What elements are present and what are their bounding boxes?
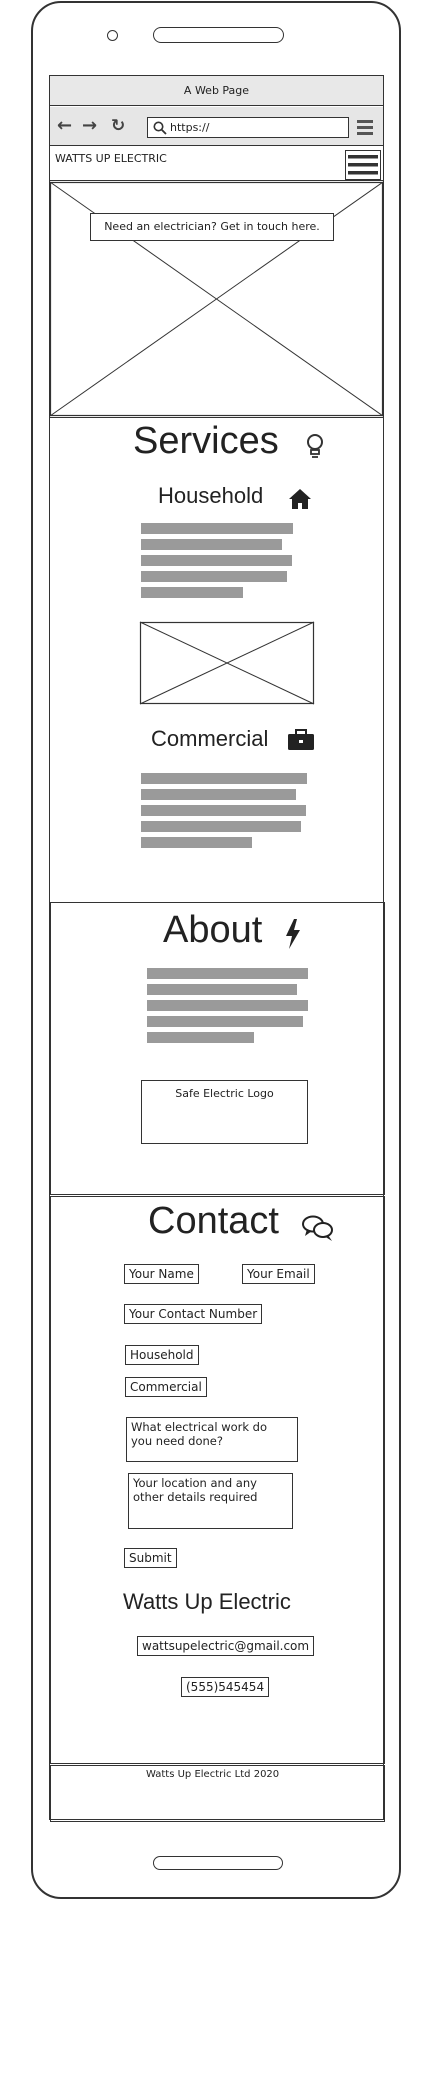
- browser-menu-icon[interactable]: [357, 119, 373, 135]
- speaker-grille: [153, 27, 284, 43]
- household-image-placeholder: [139, 621, 315, 705]
- briefcase-icon: [288, 729, 314, 750]
- text-placeholder-bar: [147, 1000, 308, 1011]
- reload-icon[interactable]: ↻: [111, 116, 125, 136]
- commercial-option[interactable]: Commercial: [125, 1377, 207, 1397]
- lightbulb-icon: [307, 434, 323, 458]
- browser-title: A Web Page: [50, 76, 383, 106]
- safe-electric-logo-placeholder: Safe Electric Logo: [141, 1080, 308, 1144]
- contact-phone[interactable]: (555)545454: [181, 1677, 270, 1697]
- work-prompt-line2: you need done?: [131, 1434, 223, 1448]
- text-placeholder-bar: [147, 1016, 303, 1027]
- company-name: Watts Up Electric: [123, 1589, 291, 1614]
- commercial-heading: Commercial: [151, 726, 269, 751]
- text-placeholder-bar: [141, 773, 307, 784]
- text-placeholder-bar: [141, 587, 243, 598]
- contact-heading: Contact: [148, 1200, 279, 1242]
- about-heading: About: [163, 909, 263, 951]
- household-heading: Household: [158, 483, 264, 508]
- text-placeholder-bar: [147, 968, 308, 979]
- location-prompt-line2: other details required: [133, 1490, 258, 1504]
- arrow-left-icon[interactable]: ←: [57, 116, 72, 136]
- services-heading: Services: [133, 420, 279, 462]
- logo-label: Safe Electric Logo: [175, 1087, 274, 1100]
- footer-copyright: Watts Up Electric Ltd 2020: [146, 1769, 280, 1780]
- arrow-right-icon[interactable]: →: [82, 116, 97, 136]
- address-bar[interactable]: https://: [147, 117, 349, 138]
- lightning-bolt-icon: [286, 919, 300, 949]
- chat-bubbles-icon: [302, 1215, 333, 1241]
- text-placeholder-bar: [141, 789, 296, 800]
- text-placeholder-bar: [141, 805, 306, 816]
- text-placeholder-bar: [141, 571, 287, 582]
- name-input[interactable]: Your Name: [124, 1264, 199, 1284]
- location-prompt-line1: Your location and any: [133, 1476, 257, 1490]
- text-placeholder-bar: [141, 555, 292, 566]
- contact-email[interactable]: wattsupelectric@gmail.com: [137, 1636, 315, 1656]
- email-input[interactable]: Your Email: [242, 1264, 315, 1284]
- home-button[interactable]: [153, 1856, 283, 1870]
- work-description-textarea[interactable]: What electrical work do you need done?: [126, 1417, 298, 1462]
- hero-cta-button[interactable]: Need an electrician? Get in touch here.: [90, 213, 334, 241]
- household-option[interactable]: Household: [125, 1345, 199, 1365]
- contact-number-input[interactable]: Your Contact Number: [124, 1304, 263, 1324]
- submit-button[interactable]: Submit: [124, 1548, 177, 1568]
- work-prompt-line1: What electrical work do: [131, 1420, 268, 1434]
- text-placeholder-bar: [141, 837, 252, 848]
- location-details-textarea[interactable]: Your location and any other details requ…: [128, 1473, 293, 1529]
- home-icon: [289, 489, 311, 509]
- url-text: https://: [170, 121, 210, 134]
- text-placeholder-bar: [147, 984, 297, 995]
- search-icon: [153, 121, 167, 135]
- camera-icon: [107, 30, 118, 41]
- site-brand[interactable]: WATTS UP ELECTRIC: [55, 152, 167, 165]
- text-placeholder-bar: [147, 1032, 254, 1043]
- text-placeholder-bar: [141, 821, 301, 832]
- hamburger-menu-icon[interactable]: [345, 150, 381, 180]
- text-placeholder-bar: [141, 523, 293, 534]
- text-placeholder-bar: [141, 539, 282, 550]
